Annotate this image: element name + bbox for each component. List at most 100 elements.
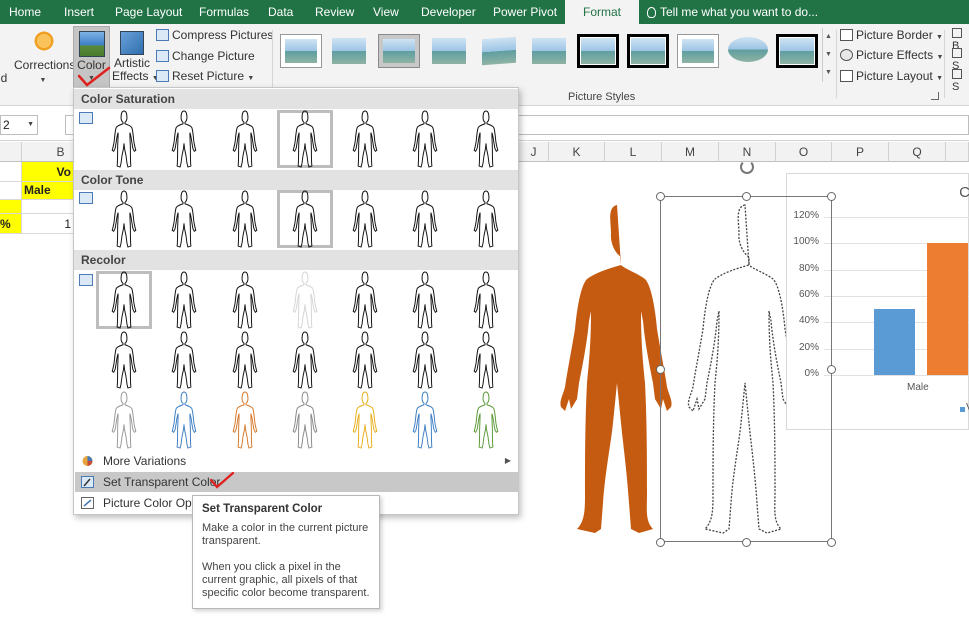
corrections-button[interactable]: Corrections ▼ [14, 28, 75, 90]
tab-page-layout[interactable]: Page Layout [115, 0, 182, 24]
gallery-more-icon[interactable]: ▼ [823, 64, 834, 82]
swatch-recolor-2-1[interactable] [96, 331, 152, 389]
column-header-p[interactable]: P [832, 142, 889, 162]
swatch-recolor-2-6[interactable] [397, 331, 453, 389]
tab-developer[interactable]: Developer [421, 0, 476, 24]
swatch-saturation-2[interactable] [156, 110, 212, 168]
cell-male[interactable]: Male [22, 182, 74, 200]
swatch-recolor-1-3[interactable] [217, 271, 273, 329]
tell-me-search[interactable]: Tell me what you want to do... [647, 0, 818, 24]
cell-yellow[interactable] [0, 200, 22, 214]
swatch-tone-7[interactable] [458, 190, 514, 248]
column-header-k[interactable]: K [549, 142, 605, 162]
swatch-saturation-1[interactable] [96, 110, 152, 168]
swatch-recolor-2-3[interactable] [217, 331, 273, 389]
bar-series-2[interactable] [927, 243, 968, 375]
compress-pictures-button[interactable]: Compress Pictures [156, 28, 273, 42]
cell-value[interactable]: 1 [22, 214, 74, 234]
chart-title[interactable]: C [959, 184, 969, 201]
column-header-r-partial[interactable] [946, 142, 969, 162]
column-header-j[interactable]: J [519, 142, 549, 162]
resize-handle[interactable] [656, 365, 665, 374]
swatch-recolor-2-4[interactable] [277, 331, 333, 389]
resize-handle[interactable] [827, 365, 836, 374]
picture-style-4[interactable] [428, 34, 470, 68]
cell-percent[interactable]: % [0, 214, 22, 234]
name-box[interactable]: 2 ▼ [0, 115, 38, 135]
change-picture-button[interactable]: Change Picture [156, 49, 255, 63]
picture-style-7[interactable] [577, 34, 619, 68]
picture-border-button[interactable]: Picture Border ▼ [840, 28, 943, 42]
resize-handle[interactable] [742, 538, 751, 547]
swatch-recolor-3-6[interactable] [397, 391, 453, 449]
picture-style-1[interactable] [280, 34, 322, 68]
swatch-saturation-3[interactable] [217, 110, 273, 168]
tab-insert[interactable]: Insert [64, 0, 94, 24]
swatch-recolor-3-3[interactable] [217, 391, 273, 449]
swatch-recolor-1-2[interactable] [156, 271, 212, 329]
tab-power-pivot[interactable]: Power Pivot [493, 0, 557, 24]
column-header-m[interactable]: M [662, 142, 719, 162]
swatch-recolor-2-5[interactable] [337, 331, 393, 389]
column-header-l[interactable]: L [605, 142, 662, 162]
resize-handle[interactable] [656, 538, 665, 547]
picture-color-options-item[interactable]: Picture Color Options... [75, 493, 195, 513]
picture-style-2[interactable] [328, 34, 370, 68]
picture-layout-button[interactable]: Picture Layout ▼ [840, 69, 943, 83]
dialog-launcher-icon[interactable] [931, 92, 939, 100]
resize-handle[interactable] [827, 538, 836, 547]
column-header-a-partial[interactable] [0, 142, 22, 162]
swatch-tone-2[interactable] [156, 190, 212, 248]
picture-style-11[interactable] [776, 34, 818, 68]
swatch-recolor-3-5[interactable] [337, 391, 393, 449]
swatch-saturation-6[interactable] [397, 110, 453, 168]
artistic-effects-button[interactable]: Artistic Effects ▼ [112, 26, 159, 88]
swatch-recolor-1-6[interactable] [397, 271, 453, 329]
reset-picture-button[interactable]: Reset Picture ▼ [156, 69, 254, 83]
swatch-tone-1[interactable] [96, 190, 152, 248]
bar-series-1[interactable] [874, 309, 915, 375]
swatch-tone-5[interactable] [337, 190, 393, 248]
tab-home[interactable]: Home [9, 0, 41, 24]
swatch-recolor-2-2[interactable] [156, 331, 212, 389]
gallery-scroll[interactable]: ▲ ▼ ▼ [822, 28, 834, 82]
swatch-recolor-3-2[interactable] [156, 391, 212, 449]
picture-style-8[interactable] [627, 34, 669, 68]
swatch-recolor-2-7[interactable] [458, 331, 514, 389]
edge-cmd-3[interactable]: S [952, 69, 969, 93]
swatch-saturation-5[interactable] [337, 110, 393, 168]
picture-effects-button[interactable]: Picture Effects ▼ [840, 48, 943, 62]
swatch-recolor-3-1[interactable] [96, 391, 152, 449]
picture-style-3[interactable] [378, 34, 420, 68]
picture-style-9[interactable] [677, 34, 719, 68]
tab-review[interactable]: Review [315, 0, 354, 24]
swatch-tone-4[interactable] [277, 190, 333, 248]
swatch-tone-3[interactable] [217, 190, 273, 248]
tab-format[interactable]: Format [565, 0, 640, 24]
swatch-saturation-7[interactable] [458, 110, 514, 168]
swatch-recolor-1-1[interactable] [96, 271, 152, 329]
swatch-recolor-1-5[interactable] [337, 271, 393, 329]
picture-selection-frame[interactable] [660, 196, 832, 542]
picture-style-10[interactable] [727, 34, 769, 68]
cell[interactable] [0, 162, 22, 182]
swatch-recolor-3-4[interactable] [277, 391, 333, 449]
column-header-n[interactable]: N [719, 142, 776, 162]
cell-header-vo[interactable]: Vo [22, 162, 74, 182]
resize-handle[interactable] [742, 192, 751, 201]
resize-handle[interactable] [827, 192, 836, 201]
rotate-handle-icon[interactable] [740, 160, 754, 174]
swatch-saturation-4[interactable] [277, 110, 333, 168]
more-variations-item[interactable]: More Variations ▶ [75, 451, 519, 471]
cell[interactable] [22, 200, 74, 214]
tab-view[interactable]: View [373, 0, 399, 24]
scroll-down-icon[interactable]: ▼ [823, 46, 834, 64]
swatch-recolor-1-4[interactable] [277, 271, 333, 329]
scroll-up-icon[interactable]: ▲ [823, 28, 834, 46]
column-header-q[interactable]: Q [889, 142, 946, 162]
cell[interactable] [0, 182, 22, 200]
picture-style-5[interactable] [478, 34, 520, 68]
swatch-tone-6[interactable] [397, 190, 453, 248]
tab-data[interactable]: Data [268, 0, 293, 24]
column-header-o[interactable]: O [776, 142, 832, 162]
